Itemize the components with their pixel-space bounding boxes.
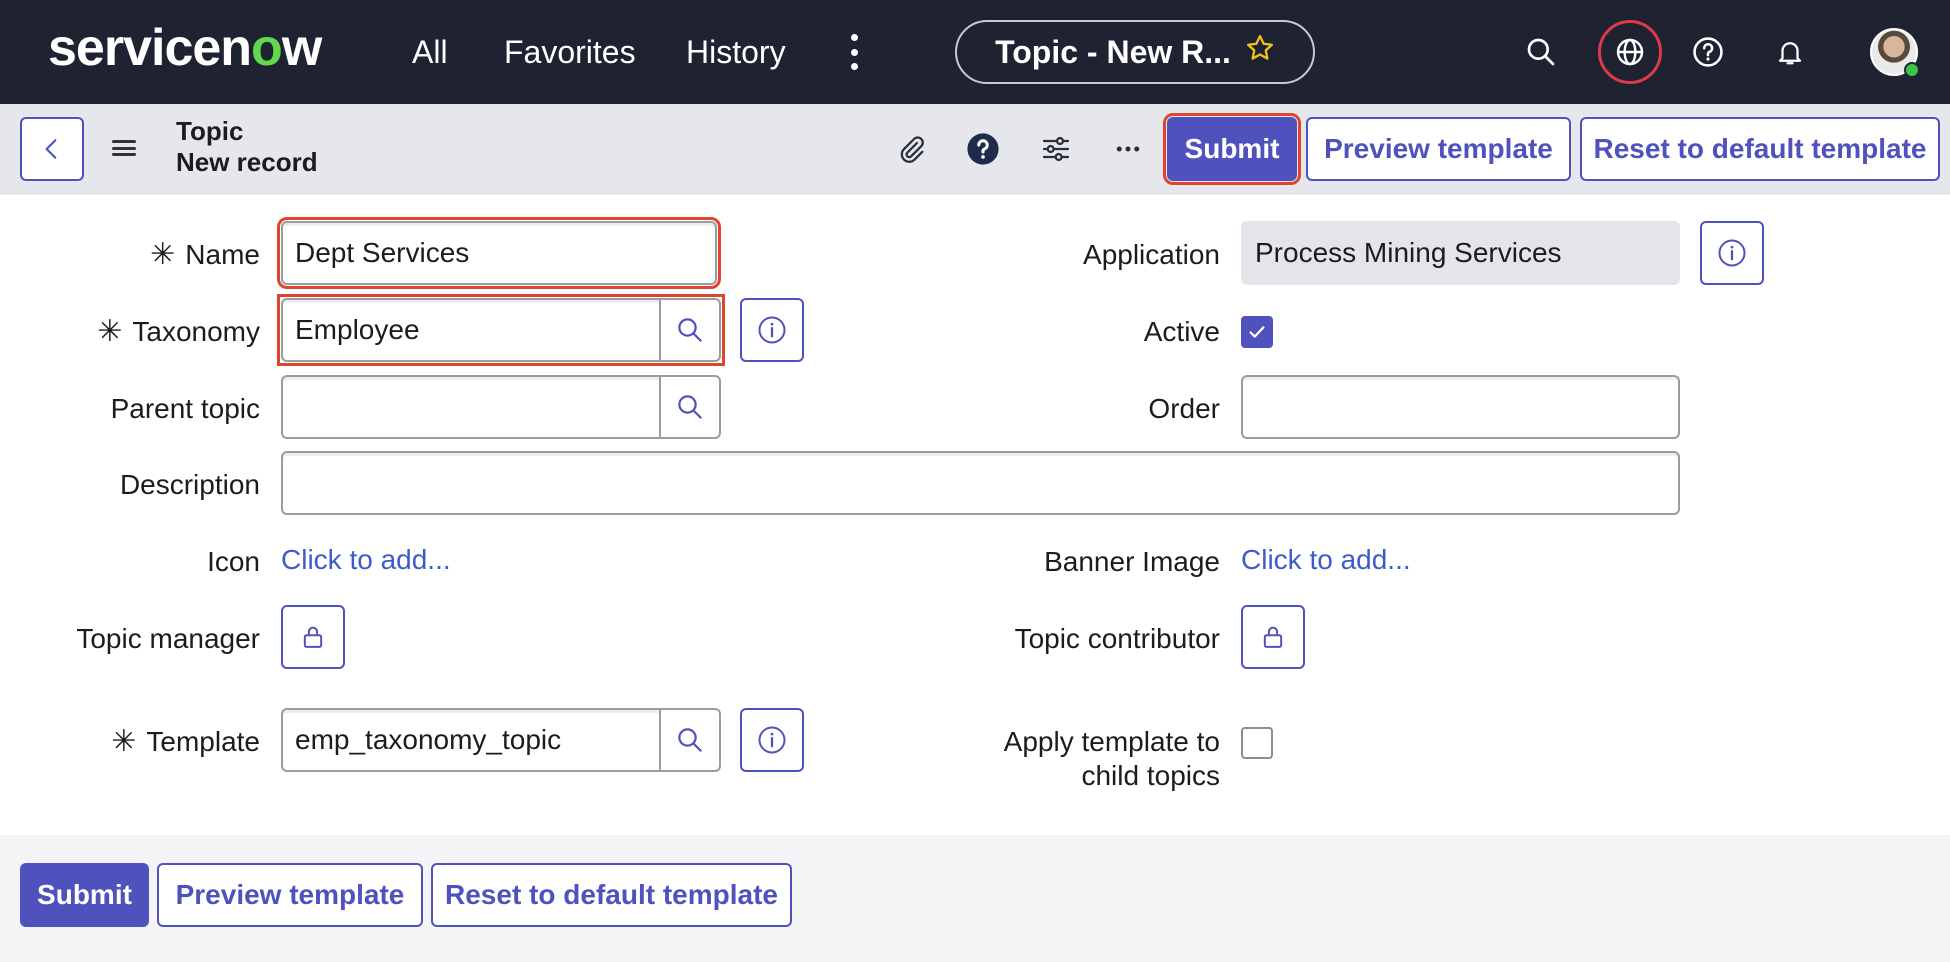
search-icon: [678, 728, 702, 752]
help-filled-icon[interactable]: [960, 126, 1006, 172]
paperclip-icon[interactable]: [888, 126, 934, 172]
lock-icon: [303, 626, 323, 648]
help-icon[interactable]: [1680, 24, 1736, 80]
required-asterisk-icon: ✳: [150, 238, 176, 271]
info-icon: [758, 316, 786, 344]
topic-manager-lock-button[interactable]: [281, 605, 345, 669]
context-title-text: Topic - New R...: [995, 33, 1231, 70]
context-title-pill[interactable]: Topic - New R...: [955, 20, 1315, 84]
form-header: Topic New record Submit Preview template…: [0, 104, 1950, 194]
description-label: Description: [119, 469, 260, 500]
parent-topic-lookup-button[interactable]: [659, 375, 721, 439]
reset-template-button-footer[interactable]: Reset to default template: [431, 863, 792, 927]
form-body: ✳ Name Dept Services ✳ Taxonomy Employee P…: [0, 195, 1950, 835]
required-asterisk-icon: ✳: [111, 725, 137, 758]
icon-label: Icon: [207, 546, 260, 577]
application-label: Application: [1083, 239, 1220, 270]
name-label: ✳ Name: [150, 238, 260, 271]
template-lookup-button[interactable]: [659, 708, 721, 772]
bell-icon[interactable]: [1762, 24, 1818, 80]
taxonomy-lookup-button[interactable]: [659, 298, 721, 362]
taxonomy-info-button[interactable]: [740, 298, 804, 362]
order-label: Order: [1148, 393, 1220, 424]
taxonomy-input[interactable]: Employee: [281, 298, 659, 362]
settings-sliders-icon[interactable]: [1033, 126, 1079, 172]
star-icon[interactable]: [1245, 33, 1275, 71]
chevron-left-icon: [45, 139, 57, 159]
top-navigation-bar: servicenow All Favorites History Topic -…: [0, 0, 1950, 104]
submit-button-header[interactable]: Submit: [1163, 113, 1301, 185]
nav-all[interactable]: All: [412, 30, 448, 74]
icon-click-to-add-link[interactable]: Click to add...: [281, 543, 451, 577]
taxonomy-reference-field: Employee: [277, 294, 725, 366]
search-icon: [678, 318, 702, 342]
form-title-record: New record: [176, 147, 318, 177]
form-footer: Submit Preview template Reset to default…: [0, 835, 1950, 962]
banner-image-click-to-add-link[interactable]: Click to add...: [1241, 543, 1411, 577]
active-label: Active: [1143, 316, 1220, 347]
form-menu-icon[interactable]: [112, 136, 136, 160]
nav-favorites[interactable]: Favorites: [504, 30, 636, 74]
parent-topic-input[interactable]: [281, 375, 659, 439]
banner-image-label: Banner Image: [1044, 546, 1220, 577]
active-checkbox[interactable]: [1241, 316, 1273, 348]
apply-template-label: Apply template to child topics: [1003, 726, 1220, 791]
template-input[interactable]: emp_taxonomy_topic: [281, 708, 659, 772]
parent-topic-reference-field: [281, 375, 721, 439]
application-info-button[interactable]: [1700, 221, 1764, 285]
description-input[interactable]: [281, 451, 1680, 515]
form-title: Topic New record: [176, 116, 318, 178]
nav-history[interactable]: History: [686, 30, 786, 74]
template-info-button[interactable]: [740, 708, 804, 772]
user-avatar[interactable]: [1870, 28, 1920, 78]
preview-template-button-header[interactable]: Preview template: [1306, 117, 1571, 181]
lock-icon: [1263, 626, 1283, 648]
back-button[interactable]: [20, 117, 84, 181]
order-input[interactable]: [1241, 375, 1680, 439]
info-icon: [1718, 239, 1746, 267]
check-icon: [1249, 326, 1265, 338]
apply-template-checkbox[interactable]: [1241, 727, 1273, 759]
application-field: Process Mining Services: [1241, 221, 1680, 285]
template-label: ✳ Template: [111, 725, 260, 758]
preview-template-button-footer[interactable]: Preview template: [157, 863, 423, 927]
info-icon: [758, 726, 786, 754]
online-status-dot: [1904, 62, 1920, 78]
topic-contributor-label: Topic contributor: [1014, 623, 1220, 654]
parent-topic-label: Parent topic: [110, 393, 260, 424]
search-icon: [678, 395, 702, 419]
reset-template-button-header[interactable]: Reset to default template: [1580, 117, 1940, 181]
search-icon[interactable]: [1513, 24, 1569, 80]
servicenow-logo[interactable]: servicenow: [48, 18, 322, 78]
more-menu-icon[interactable]: [848, 34, 860, 70]
name-input[interactable]: Dept Services: [277, 217, 721, 289]
form-title-table: Topic: [176, 116, 244, 146]
globe-icon[interactable]: [1598, 20, 1662, 84]
required-asterisk-icon: ✳: [97, 315, 123, 348]
submit-button-footer[interactable]: Submit: [20, 863, 149, 927]
template-reference-field: emp_taxonomy_topic: [281, 708, 721, 772]
taxonomy-label: ✳ Taxonomy: [97, 315, 260, 348]
topic-manager-label: Topic manager: [76, 623, 260, 654]
more-options-icon[interactable]: [1105, 126, 1151, 172]
topic-contributor-lock-button[interactable]: [1241, 605, 1305, 669]
